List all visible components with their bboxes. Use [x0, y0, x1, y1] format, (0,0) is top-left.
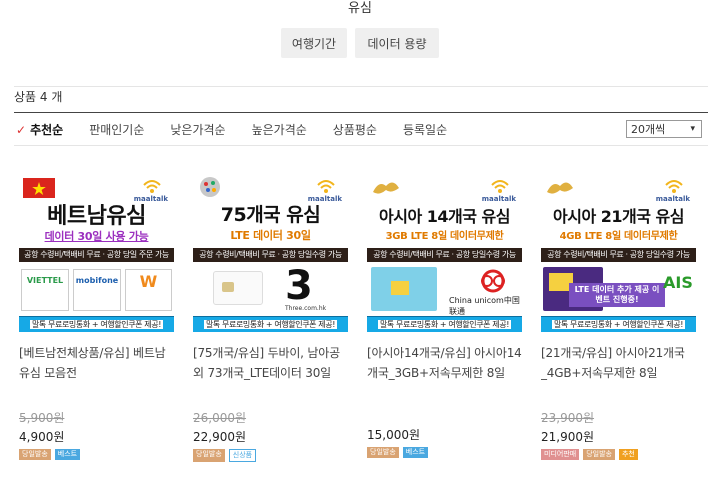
thumb-headline: 베트남유심: [47, 204, 146, 229]
dragon-icon: [373, 182, 399, 194]
product-title[interactable]: [21개국/유심] 아시아21개국_4GB+저속무제한 8일: [541, 343, 696, 405]
price-original: 23,900원: [541, 411, 595, 425]
thumb-promo-band: 말톡 무료로밍통화 + 여행할인쿠폰 제공!: [193, 316, 348, 332]
product-title[interactable]: [베트남전체상품/유심] 베트남 유심 모음전: [19, 343, 174, 405]
divider: [14, 86, 708, 87]
price-sale: 21,900원: [541, 430, 595, 444]
filter-bar: 여행기간 데이터 용량: [0, 28, 720, 58]
badge-list: 당일발송 베스트: [19, 449, 174, 460]
promo-event-text: LTE 데이터 추가 제공 이벤트 진행중!: [569, 283, 665, 307]
badge-best: 베스트: [54, 449, 81, 460]
thumb-band: 공항 수령비/택배비 무료 · 공항 당일수령 가능: [193, 248, 348, 262]
product-title[interactable]: [아시아14개국/유심] 아시아14개국_3GB+저속무제한 8일: [367, 343, 522, 405]
promo-text: 말톡 무료로밍통화 + 여행할인쿠폰 제공!: [551, 320, 686, 329]
badge-recommended: 추천: [618, 449, 638, 460]
thumb-art: China unicom中国联通: [367, 265, 522, 316]
check-icon: ✓: [16, 122, 27, 137]
product-grid: maaltalk 베트남유심 데이터 30일 사용 가능 공항 수령비/택배비 …: [19, 170, 696, 462]
thumb-band: 공항 수령비/택배비 무료 · 공항 당일수령 가능: [367, 248, 522, 262]
badge-same-day: 당일발송: [19, 449, 51, 460]
thumb-promo-band: 말톡 무료로밍통화 + 여행할인쿠폰 제공!: [19, 316, 174, 332]
per-page-value: 20개씩: [631, 123, 666, 136]
product-thumbnail[interactable]: maaltalk 75개국 유심 LTE 데이터 30일 공항 수령비/택배비 …: [193, 170, 348, 335]
thumb-headline: 아시아 14개국 유심: [379, 207, 510, 226]
sort-popular[interactable]: 판매인기순: [89, 121, 144, 138]
chevron-down-icon: ▾: [690, 124, 695, 134]
price-sale: 4,900원: [19, 430, 65, 444]
badge-list: 미디어판매 당일발송 추천: [541, 449, 696, 460]
product-card[interactable]: maaltalk 베트남유심 데이터 30일 사용 가능 공항 수령비/택배비 …: [19, 170, 174, 462]
sort-low-price[interactable]: 낮은가격순: [170, 121, 225, 138]
wifi-logo-icon: [665, 180, 683, 193]
thumb-art: 3 Three.com.hk: [193, 263, 348, 315]
badge-new: 신상품: [228, 449, 257, 462]
carrier-mobifone: mobifone: [73, 269, 121, 311]
thumb-subtitle: LTE 데이터 30일: [230, 229, 311, 242]
wifi-logo-icon: [317, 180, 335, 193]
thumb-headline: 75개국 유심: [220, 204, 321, 226]
carrier-viettel: VIETTEL: [21, 269, 69, 311]
wifi-logo-icon: [143, 180, 161, 193]
product-count: 상품 4 개: [14, 90, 63, 104]
brand-logo-text: maaltalk: [655, 195, 690, 203]
product-card[interactable]: maaltalk 75개국 유심 LTE 데이터 30일 공항 수령비/택배비 …: [193, 170, 348, 462]
globe-icon: [200, 177, 220, 197]
sim-card-icon: [213, 271, 263, 305]
badge-same-day: 당일발송: [367, 447, 399, 458]
promo-text: 말톡 무료로밍통화 + 여행할인쿠폰 제공!: [377, 320, 512, 329]
brand-logo-text: maaltalk: [481, 195, 516, 203]
badge-media-sale: 미디어판매: [541, 449, 580, 460]
sort-bar: ✓ 추천순 판매인기순 낮은가격순 높은가격순 상품평순 등록일순: [16, 121, 473, 138]
ais-logo: AIS: [663, 273, 693, 292]
per-page-select[interactable]: 20개씩 ▾: [626, 120, 702, 138]
three-url: Three.com.hk: [285, 305, 327, 312]
divider: [14, 112, 708, 113]
thumb-promo-band: 말톡 무료로밍통화 + 여행할인쿠폰 제공!: [367, 316, 522, 332]
product-thumbnail[interactable]: maaltalk 아시아 21개국 유심 4GB LTE 8일 데이터무제한 공…: [541, 170, 696, 335]
badge-same-day: 당일발송: [583, 449, 615, 460]
thumb-promo-band: 말톡 무료로밍통화 + 여행할인쿠폰 제공!: [541, 316, 696, 332]
china-unicom-logo: [475, 269, 511, 293]
sort-review[interactable]: 상품평순: [333, 121, 377, 138]
badge-same-day: 당일발송: [193, 449, 225, 462]
product-card[interactable]: maaltalk 아시아 14개국 유심 3GB LTE 8일 데이터무제한 공…: [367, 170, 522, 462]
sim-package-icon: [371, 267, 437, 311]
thumb-subtitle: 4GB LTE 8일 데이터무제한: [559, 231, 678, 242]
product-title[interactable]: [75개국/유심] 두바이, 남아공 외 73개국_LTE데이터 30일: [193, 343, 348, 405]
thumb-band: 공항 수령비/택배비 무료 · 공항 당일수령 가능: [541, 248, 696, 262]
price-original: [367, 409, 522, 424]
sort-high-price[interactable]: 높은가격순: [252, 121, 307, 138]
sort-label: 추천순: [30, 123, 64, 137]
sort-recommended[interactable]: ✓ 추천순: [16, 121, 63, 138]
filter-travel-period[interactable]: 여행기간: [281, 28, 347, 58]
badge-list: 당일발송 신상품: [193, 449, 348, 462]
three-logo: 3: [285, 263, 313, 309]
product-thumbnail[interactable]: maaltalk 아시아 14개국 유심 3GB LTE 8일 데이터무제한 공…: [367, 170, 522, 335]
thumb-art: LTE 데이터 추가 제공 이벤트 진행중! AIS: [541, 265, 696, 315]
vietnam-flag-icon: [23, 178, 55, 198]
badge-best: 베스트: [402, 447, 429, 458]
product-card[interactable]: maaltalk 아시아 21개국 유심 4GB LTE 8일 데이터무제한 공…: [541, 170, 696, 462]
wifi-logo-icon: [491, 180, 509, 193]
promo-text: 말톡 무료로밍통화 + 여행할인쿠폰 제공!: [29, 320, 164, 329]
divider: [14, 145, 708, 146]
price-sale: 22,900원: [193, 430, 247, 444]
thumb-headline: 아시아 21개국 유심: [553, 207, 684, 226]
price-original: 26,000원: [193, 411, 247, 425]
thumb-subtitle: 데이터 30일 사용 가능: [44, 230, 149, 243]
dragon-icon: [547, 182, 573, 194]
thumb-subtitle: 3GB LTE 8일 데이터무제한: [385, 231, 504, 242]
page-title: 유심: [348, 1, 372, 16]
product-thumbnail[interactable]: maaltalk 베트남유심 데이터 30일 사용 가능 공항 수령비/택배비 …: [19, 170, 174, 335]
price-sale: 15,000원: [367, 428, 421, 442]
badge-list: 당일발송 베스트: [367, 447, 522, 458]
carrier-w: W: [125, 269, 172, 311]
sort-newest[interactable]: 등록일순: [403, 121, 447, 138]
filter-data-capacity[interactable]: 데이터 용량: [355, 28, 439, 58]
promo-text: 말톡 무료로밍통화 + 여행할인쿠폰 제공!: [203, 320, 338, 329]
thumb-band: 공항 수령비/택배비 무료 · 공항 당일 주문 가능: [19, 248, 174, 262]
price-original: 5,900원: [19, 411, 65, 425]
thumb-art: VIETTEL mobifone W: [19, 265, 174, 315]
china-unicom-text: China unicom中国联通: [449, 296, 520, 316]
